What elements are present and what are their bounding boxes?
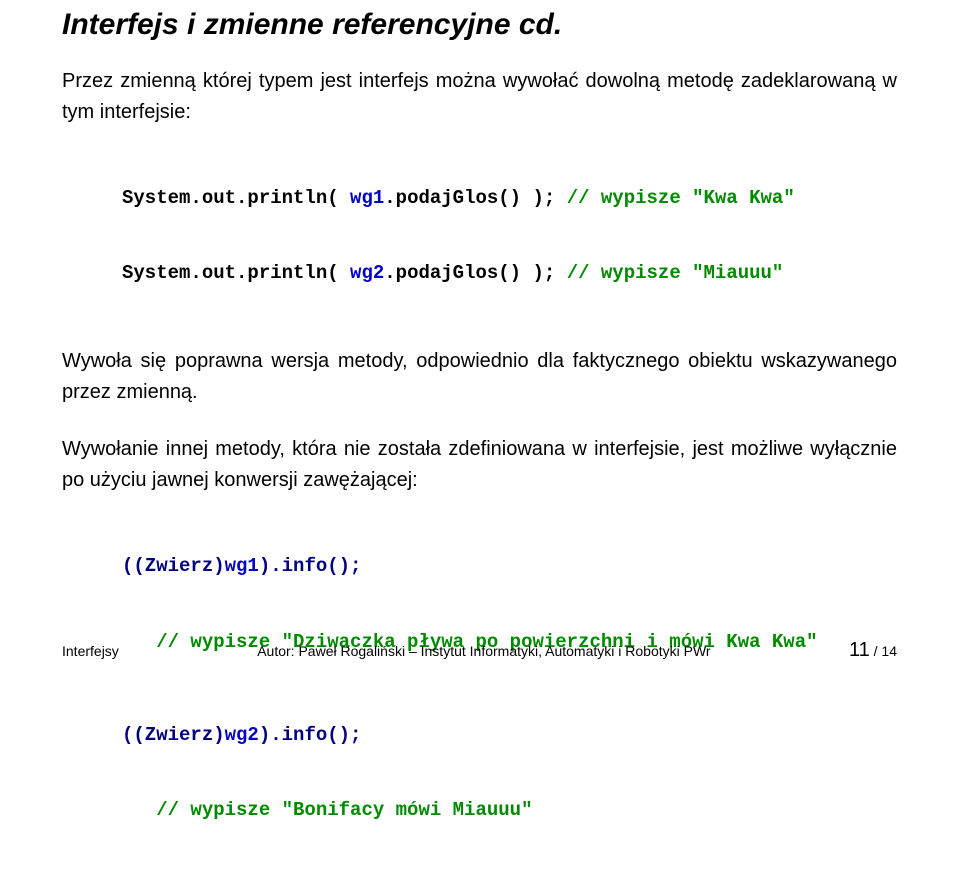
paragraph-2: Wywoła się poprawna wersja metody, odpow… (62, 346, 897, 408)
code-text: System.out.println( (122, 187, 350, 209)
code-block-2: ((Zwierz)wg1).info(); // wypisze "Dziwac… (122, 504, 897, 873)
code-text: ((Zwierz) (122, 555, 225, 577)
page-footer: Interfejsy Autor: Paweł Rogaliński – Ins… (0, 639, 959, 662)
code-text: System.out.println( (122, 262, 350, 284)
page-number-current: 11 (849, 639, 870, 661)
code-text: .podajGlos() (384, 262, 521, 284)
code-block-1: System.out.println( wg1.podajGlos() ); /… (122, 136, 897, 337)
page-title: Interfejs i zmienne referencyjne cd. (62, 6, 897, 44)
code-line: System.out.println( wg1.podajGlos() ); /… (122, 186, 897, 211)
code-comment: // wypisze "Miauuu" (567, 262, 784, 284)
code-comment: // wypisze "Kwa Kwa" (567, 187, 795, 209)
code-var: wg2 (225, 724, 259, 746)
code-text: .podajGlos() (384, 187, 521, 209)
code-comment: // wypisze "Bonifacy mówi Miauuu" (122, 799, 532, 821)
code-text: ); (521, 187, 567, 209)
footer-page: 11 / 14 (849, 639, 897, 662)
paragraph-1: Przez zmienną której typem jest interfej… (62, 66, 897, 128)
page: Interfejs i zmienne referencyjne cd. Prz… (0, 0, 959, 680)
code-line: System.out.println( wg2.podajGlos() ); /… (122, 261, 897, 286)
code-line: ((Zwierz)wg1).info(); (122, 554, 897, 579)
code-text: ).info(); (259, 724, 362, 746)
code-var: wg1 (350, 187, 384, 209)
footer-left: Interfejsy (62, 643, 119, 659)
paragraph-3: Wywołanie innej metody, która nie został… (62, 434, 897, 496)
code-text: ).info(); (259, 555, 362, 577)
page-number-total: 14 (881, 643, 897, 659)
code-var: wg2 (350, 262, 384, 284)
code-line: ((Zwierz)wg2).info(); (122, 723, 897, 748)
footer-author: Autor: Paweł Rogaliński – Instytut Infor… (119, 643, 849, 659)
code-var: wg1 (225, 555, 259, 577)
code-text: ); (521, 262, 567, 284)
code-text: ((Zwierz) (122, 724, 225, 746)
code-line: // wypisze "Bonifacy mówi Miauuu" (122, 798, 897, 823)
page-number-sep: / (870, 643, 882, 659)
